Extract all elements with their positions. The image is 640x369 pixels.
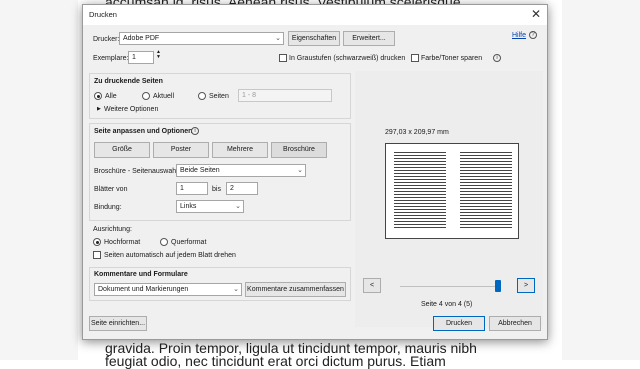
page-slider-track[interactable]	[400, 286, 500, 287]
pages-panel: Zu druckende Seiten Alle Aktuell Seiten …	[89, 73, 351, 119]
preview-area: 297,03 x 209,97 mm < > Seite 4 von 4 (5)	[355, 71, 543, 327]
all-pages-radio[interactable]	[94, 92, 102, 100]
more-options-link[interactable]: Weitere Optionen	[104, 106, 158, 113]
right-gutter	[562, 0, 640, 360]
help-icon[interactable]: ?	[529, 31, 537, 39]
summarize-comments-button[interactable]: Kommentare zusammenfassen	[245, 282, 346, 297]
close-icon[interactable]: ✕	[531, 7, 541, 21]
booklet-subset-value: Beide Seiten	[180, 167, 220, 174]
fit-options-heading: Seite anpassen und Optionen	[94, 128, 193, 135]
page-slider-thumb[interactable]	[495, 280, 501, 292]
sheets-to-value: 2	[230, 185, 234, 192]
tab-booklet[interactable]: Broschüre	[271, 142, 327, 158]
all-pages-label: Alle	[105, 93, 117, 100]
page-range-radio[interactable]	[198, 92, 206, 100]
chevron-down-icon: ⌄	[297, 167, 303, 174]
info-icon[interactable]: i	[191, 127, 199, 135]
grayscale-label: In Graustufen (schwarzweiß) drucken	[289, 55, 406, 62]
copies-value: 1	[132, 54, 136, 61]
booklet-subset-label: Broschüre - Seitenauswahl:	[94, 168, 180, 175]
grayscale-checkbox[interactable]	[279, 54, 287, 62]
title-bar: Drucken ✕	[83, 5, 547, 25]
advanced-button[interactable]: Erweitert...	[343, 31, 395, 46]
background-text-bottom-2: feugiat odio, nec tincidunt erat orci di…	[105, 353, 446, 369]
fit-options-panel: Seite anpassen und Optionen i Größe Post…	[89, 123, 351, 221]
sheets-from-value: 1	[180, 185, 184, 192]
copies-stepper[interactable]: ▲ ▼	[156, 50, 161, 60]
properties-button[interactable]: Eigenschaften	[288, 31, 340, 46]
page-range-input[interactable]: 1 - 8	[238, 89, 332, 102]
orientation-heading: Ausrichtung:	[93, 226, 132, 233]
page-setup-button[interactable]: Seite einrichten...	[89, 316, 147, 331]
tab-size[interactable]: Größe	[94, 142, 150, 158]
save-ink-label: Farbe/Toner sparen	[421, 55, 483, 62]
landscape-radio[interactable]	[160, 238, 168, 246]
print-button[interactable]: Drucken	[433, 316, 485, 331]
binding-select[interactable]: Links ⌄	[176, 200, 244, 213]
auto-rotate-checkbox[interactable]	[93, 251, 101, 259]
expand-triangle-icon[interactable]: ▶	[97, 106, 101, 112]
booklet-subset-select[interactable]: Beide Seiten ⌄	[176, 164, 306, 177]
text-column-right	[460, 152, 512, 230]
auto-rotate-label: Seiten automatisch auf jedem Blatt drehe…	[104, 252, 236, 259]
help-link[interactable]: Hilfe	[512, 32, 526, 39]
copies-input[interactable]: 1	[128, 51, 154, 64]
chevron-down-icon: ⌄	[235, 203, 241, 210]
printer-label: Drucker:	[93, 36, 120, 43]
paper-size-label: 297,03 x 209,97 mm	[385, 129, 449, 136]
page-range-placeholder: 1 - 8	[242, 92, 257, 99]
sheets-from-input[interactable]: 1	[176, 182, 208, 195]
comments-value: Dokument und Markierungen	[98, 286, 189, 293]
sheets-to-input[interactable]: 2	[226, 182, 258, 195]
info-icon[interactable]: i	[493, 54, 501, 62]
printer-value: Adobe PDF	[123, 35, 160, 42]
binding-value: Links	[180, 203, 197, 210]
portrait-label: Hochformat	[104, 239, 141, 246]
tab-multiple[interactable]: Mehrere	[212, 142, 268, 158]
next-page-button[interactable]: >	[517, 278, 535, 293]
binding-label: Bindung:	[94, 204, 122, 211]
left-gutter	[0, 0, 78, 360]
page-preview	[385, 143, 519, 239]
page-range-label: Seiten	[209, 93, 229, 100]
sheets-label: Blätter von	[94, 186, 128, 193]
comments-heading: Kommentare und Formulare	[94, 271, 188, 278]
portrait-radio[interactable]	[93, 238, 101, 246]
sheets-to-label: bis	[212, 186, 221, 193]
current-page-radio[interactable]	[142, 92, 150, 100]
printer-select[interactable]: Adobe PDF ⌄	[119, 32, 284, 45]
landscape-label: Querformat	[171, 239, 207, 246]
print-dialog: Drucken ✕ Drucker: Adobe PDF ⌄ Eigenscha…	[82, 4, 548, 340]
comments-panel: Kommentare und Formulare Dokument und Ma…	[89, 267, 351, 301]
save-ink-checkbox[interactable]	[411, 54, 419, 62]
copies-label: Exemplare:	[93, 55, 129, 62]
text-column-left	[394, 152, 446, 230]
page-indicator: Seite 4 von 4 (5)	[421, 301, 473, 308]
chevron-down-icon: ⌄	[275, 35, 281, 42]
previous-page-button[interactable]: <	[363, 278, 381, 293]
cancel-button[interactable]: Abbrechen	[489, 316, 541, 331]
pages-heading: Zu druckende Seiten	[94, 78, 163, 85]
current-page-label: Aktuell	[153, 93, 175, 100]
chevron-down-icon: ⌄	[233, 286, 239, 293]
dialog-title: Drucken	[89, 10, 117, 19]
tab-poster[interactable]: Poster	[153, 142, 209, 158]
comments-select[interactable]: Dokument und Markierungen ⌄	[94, 283, 242, 296]
